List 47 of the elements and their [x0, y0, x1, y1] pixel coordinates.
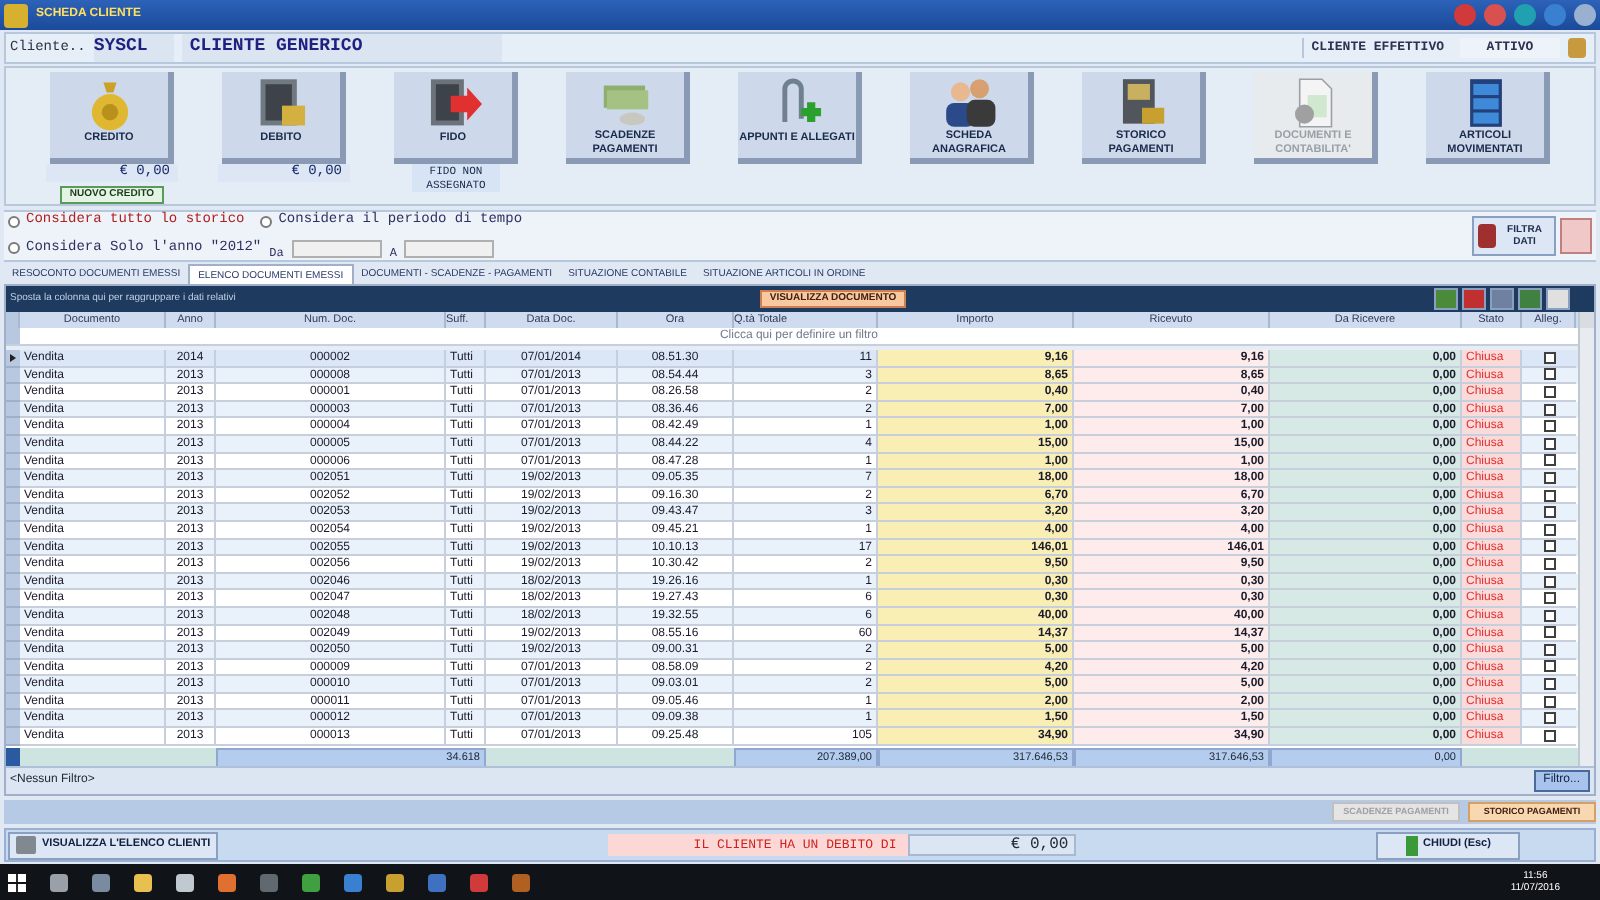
attachment-checkbox[interactable]: [1543, 575, 1555, 588]
taskbar-app-icon[interactable]: [218, 873, 236, 891]
app-icon: [4, 3, 28, 27]
taskbar-app-icon[interactable]: [302, 873, 320, 891]
scrollbar[interactable]: [1578, 312, 1594, 766]
grid-tool-icon[interactable]: [1462, 288, 1486, 310]
attachment-checkbox[interactable]: [1543, 368, 1555, 381]
eraser-button[interactable]: [1560, 218, 1592, 254]
radio-button[interactable]: [8, 242, 20, 255]
taskbar-app-icon[interactable]: [50, 873, 68, 891]
attachment-checkbox[interactable]: [1543, 489, 1555, 502]
attachment-checkbox[interactable]: [1543, 712, 1555, 725]
radio-button[interactable]: [260, 215, 273, 227]
attachment-checkbox[interactable]: [1543, 626, 1555, 639]
debt-amount: € 0,00: [908, 834, 1077, 856]
attachment-checkbox[interactable]: [1543, 540, 1555, 553]
from-date-field[interactable]: [291, 239, 382, 258]
taskbar-app-icon[interactable]: [92, 873, 110, 891]
attachment-checkbox[interactable]: [1543, 471, 1555, 484]
attachment-checkbox[interactable]: [1543, 437, 1555, 450]
attachment-checkbox[interactable]: [1543, 557, 1555, 570]
attachment-checkbox[interactable]: [1543, 609, 1555, 622]
attachment-checkbox[interactable]: [1543, 729, 1555, 742]
row-header[interactable]: [6, 350, 20, 368]
attachment-checkbox[interactable]: [1543, 420, 1555, 433]
attachment-checkbox[interactable]: [1543, 523, 1555, 536]
taskbar-app-icon[interactable]: [344, 873, 362, 891]
row-header: [6, 328, 20, 344]
client-code: SYSCL: [93, 34, 174, 62]
attachment-checkbox[interactable]: [1543, 506, 1555, 519]
radio-button[interactable]: [8, 215, 20, 227]
taskbar-app-icon[interactable]: [176, 873, 194, 891]
row-pointer-icon: [10, 353, 16, 362]
attachment-checkbox[interactable]: [1543, 592, 1555, 605]
windows-logo-icon[interactable]: [8, 873, 26, 891]
taskbar-app-icon[interactable]: [134, 873, 152, 891]
attachment-checkbox[interactable]: [1543, 385, 1555, 398]
attachment-checkbox[interactable]: [1543, 695, 1555, 708]
attachment-checkbox[interactable]: [1543, 643, 1555, 656]
attachment-checkbox[interactable]: [1543, 678, 1555, 691]
taskbar-app-icon[interactable]: [386, 873, 404, 891]
attachment-checkbox[interactable]: [1543, 403, 1555, 416]
attachment-checkbox[interactable]: [1543, 660, 1555, 673]
client-name: CLIENTE GENERICO: [181, 34, 502, 62]
attachment-checkbox[interactable]: [1543, 454, 1555, 467]
to-date-field[interactable]: [404, 239, 495, 258]
attachment-checkbox[interactable]: [1543, 351, 1555, 364]
